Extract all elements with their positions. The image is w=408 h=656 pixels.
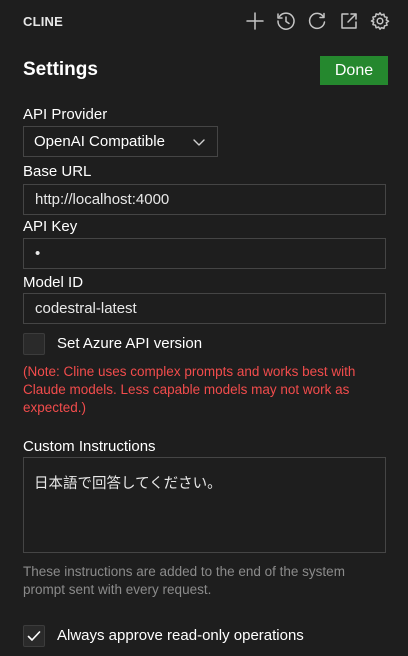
base-url-label: Base URL <box>23 163 92 180</box>
api-provider-value: OpenAI Compatible <box>34 133 165 150</box>
app-title: CLINE <box>23 14 63 29</box>
api-key-input[interactable] <box>23 238 386 269</box>
model-id-input[interactable] <box>23 293 386 324</box>
custom-instructions-label: Custom Instructions <box>23 438 156 455</box>
checkmark-icon <box>27 631 41 641</box>
refresh-icon[interactable] <box>305 9 329 33</box>
model-id-label: Model ID <box>23 274 84 291</box>
base-url-input[interactable] <box>23 184 386 215</box>
chevron-down-icon <box>192 135 206 149</box>
gear-icon[interactable] <box>368 9 392 33</box>
external-link-icon[interactable] <box>337 9 361 33</box>
always-approve-label: Always approve read-only operations <box>57 627 304 644</box>
always-approve-checkbox[interactable] <box>23 625 45 647</box>
done-button[interactable]: Done <box>320 56 388 85</box>
top-bar: CLINE <box>0 0 408 44</box>
azure-api-version-label: Set Azure API version <box>57 335 203 352</box>
page-title: Settings <box>23 59 98 80</box>
azure-api-version-checkbox[interactable] <box>23 333 45 355</box>
history-icon[interactable] <box>274 9 298 33</box>
plus-icon[interactable] <box>243 9 267 33</box>
custom-instructions-textarea[interactable]: 日本語で回答してください。 <box>23 457 386 553</box>
custom-instructions-help: These instructions are added to the end … <box>23 564 345 597</box>
api-key-label: API Key <box>23 218 78 235</box>
warning-note: (Note: Cline uses complex prompts and wo… <box>23 364 356 415</box>
api-provider-select[interactable]: OpenAI Compatible <box>23 126 218 157</box>
api-provider-label: API Provider <box>23 106 108 123</box>
